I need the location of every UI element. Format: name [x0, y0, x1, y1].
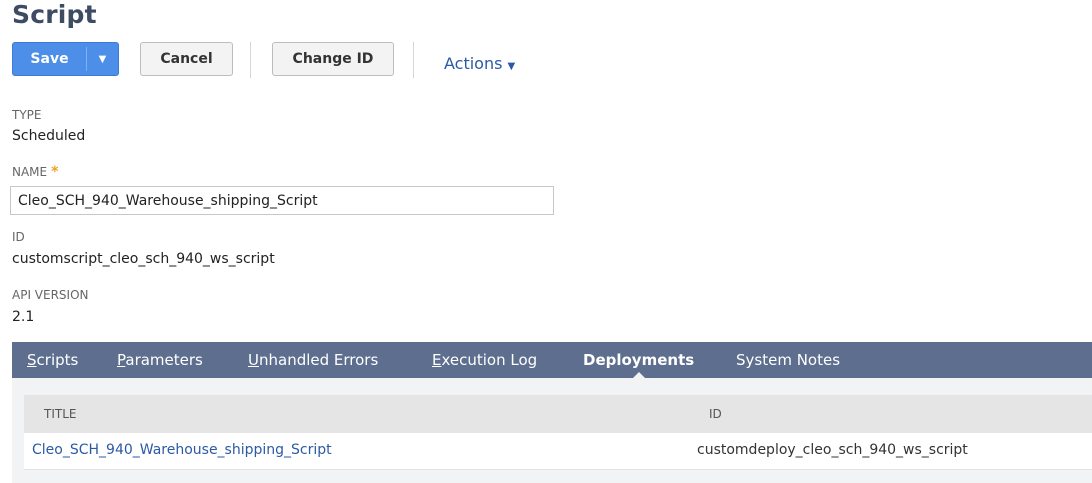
- tab-parameters[interactable]: Parameters: [117, 342, 203, 378]
- api-version-value: 2.1: [12, 309, 35, 325]
- id-value: customscript_cleo_sch_940_ws_script: [12, 251, 275, 267]
- table-row: Cleo_SCH_940_Warehouse_shipping_Script c…: [24, 433, 1092, 470]
- tab-system-notes[interactable]: System Notes: [736, 342, 840, 378]
- tab-unhandled-errors[interactable]: Unhandled Errors: [248, 342, 378, 378]
- type-value: Scheduled: [12, 128, 86, 144]
- name-label-text: NAME: [12, 165, 48, 179]
- id-label: ID: [12, 230, 25, 244]
- toolbar-separator: [413, 42, 414, 78]
- name-field[interactable]: [10, 186, 554, 215]
- caret-down-icon: ▼: [507, 61, 516, 72]
- column-header-title[interactable]: TITLE: [44, 407, 76, 421]
- page-title: Script: [12, 0, 97, 29]
- deployment-id: customdeploy_cleo_sch_940_ws_script: [697, 442, 968, 458]
- tab-deployments-label: Deployments: [583, 351, 695, 369]
- name-label: NAME *: [12, 164, 58, 180]
- change-id-button[interactable]: Change ID: [272, 42, 394, 76]
- table-header: TITLE ID: [24, 395, 1092, 433]
- deployment-title-link[interactable]: Cleo_SCH_940_Warehouse_shipping_Script: [32, 442, 332, 458]
- tab-deployments[interactable]: Deployments: [583, 342, 695, 379]
- actions-menu[interactable]: Actions ▼: [444, 54, 515, 73]
- save-options-dropdown[interactable]: ▼: [87, 43, 118, 75]
- cancel-button[interactable]: Cancel: [140, 42, 233, 76]
- tab-execution-log[interactable]: Execution Log: [432, 342, 537, 378]
- deployments-table: TITLE ID Cleo_SCH_940_Warehouse_shipping…: [24, 395, 1092, 470]
- save-button[interactable]: Save: [13, 43, 86, 75]
- type-label: TYPE: [12, 108, 42, 122]
- api-version-label: API VERSION: [12, 288, 89, 302]
- column-header-id[interactable]: ID: [709, 407, 722, 421]
- subtab-bar: Scripts Parameters Unhandled Errors Exec…: [12, 342, 1092, 379]
- caret-down-icon: ▼: [98, 53, 107, 65]
- save-button-group[interactable]: Save ▼: [12, 42, 119, 76]
- required-marker: *: [51, 164, 59, 180]
- toolbar: Save ▼ Cancel Change ID Actions ▼: [12, 42, 712, 78]
- tab-scripts[interactable]: Scripts: [27, 342, 78, 378]
- actions-label[interactable]: Actions: [444, 54, 502, 73]
- toolbar-separator: [250, 42, 251, 78]
